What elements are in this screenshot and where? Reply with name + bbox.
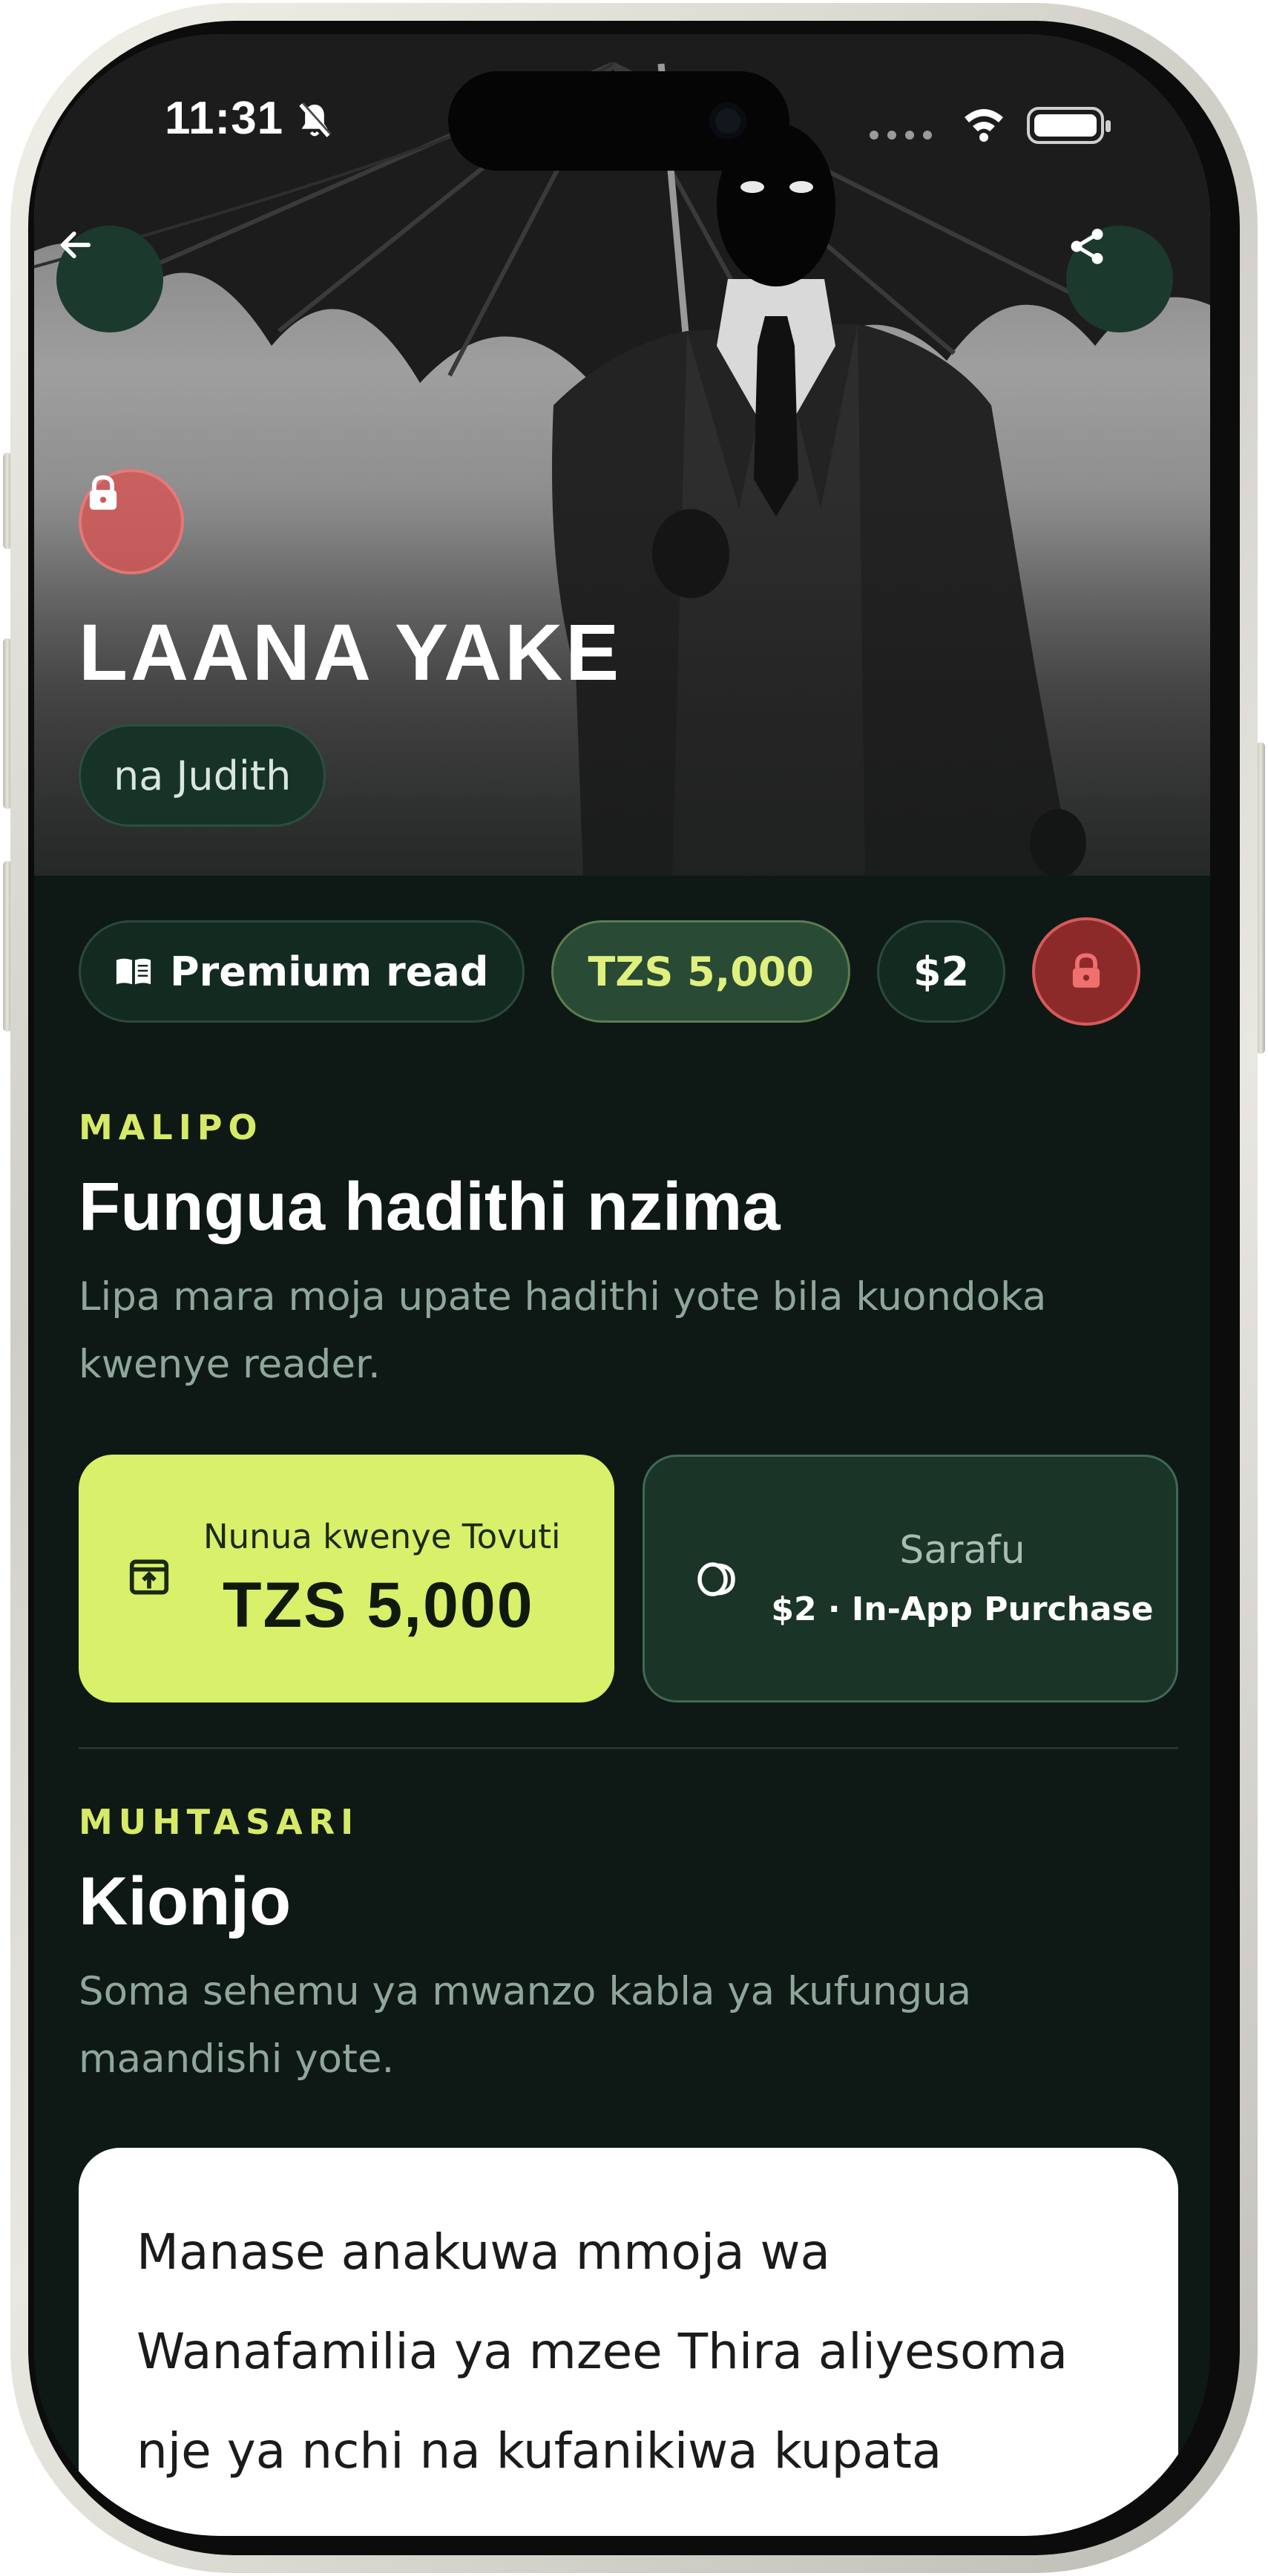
- external-purchase-icon: [126, 1554, 172, 1603]
- battery-icon: [1027, 107, 1111, 144]
- lock-icon: [89, 475, 117, 510]
- price-usd-chip: $2: [876, 920, 1006, 1023]
- status-time: 11:31: [165, 93, 284, 144]
- wifi-icon: [965, 109, 1003, 142]
- book-open-icon: [115, 955, 152, 988]
- share-button[interactable]: [1066, 226, 1173, 332]
- premium-read-chip: Premium read: [79, 920, 525, 1023]
- price-tzs-label: TZS 5,000: [588, 948, 814, 995]
- locked-badge: [79, 469, 184, 574]
- summary-description: Soma sehemu ya mwanzo kabla ya kufungua …: [79, 1969, 972, 2082]
- arrow-left-icon: [60, 232, 91, 258]
- coins-purchase-button[interactable]: Sarafu $2 · In-App Purchase: [643, 1455, 1178, 1702]
- coins-label: Sarafu: [899, 1528, 1025, 1573]
- buy-on-website-label: Nunua kwenye Tovuti: [203, 1517, 561, 1556]
- locked-chip: [1032, 917, 1141, 1026]
- app-screen: 11:31 LAANA YAKE na Judith Premium read …: [34, 34, 1210, 2536]
- premium-read-label: Premium read: [170, 948, 489, 995]
- front-camera: [709, 102, 746, 140]
- dynamic-island: [448, 71, 789, 171]
- price-tzs-chip: TZS 5,000: [551, 920, 850, 1023]
- story-meta-chips: Premium read TZS 5,000 $2: [79, 917, 1141, 1026]
- signal-icon: [870, 131, 932, 140]
- lock-icon: [1073, 953, 1100, 988]
- section-divider: [79, 1747, 1178, 1749]
- payment-eyebrow: MALIPO: [79, 1107, 263, 1147]
- coins-sublabel: $2 · In-App Purchase: [771, 1590, 1154, 1628]
- story-title: LAANA YAKE: [79, 607, 622, 697]
- summary-heading: Kionjo: [79, 1864, 292, 1939]
- buy-on-website-amount: TZS 5,000: [223, 1570, 534, 1641]
- price-usd-label: $2: [913, 948, 970, 995]
- buy-on-website-button[interactable]: Nunua kwenye Tovuti TZS 5,000: [79, 1455, 614, 1702]
- story-cover-hero: 11:31 LAANA YAKE na Judith: [34, 34, 1210, 876]
- author-pill[interactable]: na Judith: [79, 724, 326, 827]
- author-name: na Judith: [114, 752, 292, 799]
- payment-description: Lipa mara moja upate hadithi yote bila k…: [79, 1274, 1047, 1387]
- back-button[interactable]: [56, 226, 163, 332]
- payment-heading: Fungua hadithi nzima: [79, 1169, 781, 1245]
- preview-excerpt-text: Manase anakuwa mmoja wa Wanafamilia ya m…: [137, 2223, 1068, 2480]
- share-icon: [1071, 229, 1103, 264]
- preview-excerpt-card: Manase anakuwa mmoja wa Wanafamilia ya m…: [79, 2148, 1178, 2536]
- summary-eyebrow: MUHTASARI: [79, 1802, 360, 1842]
